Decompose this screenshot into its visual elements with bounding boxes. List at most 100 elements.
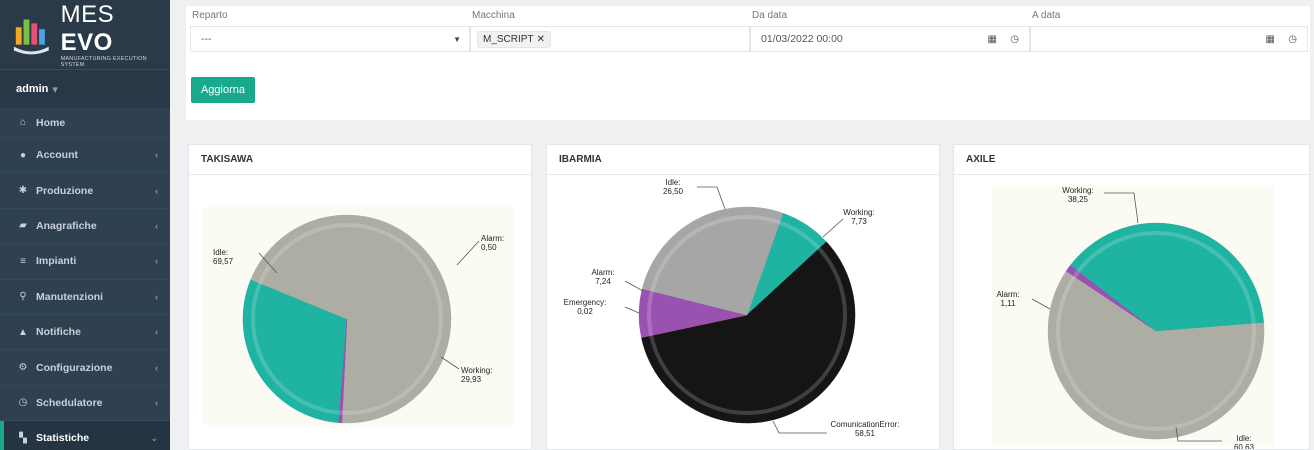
label-connector — [772, 420, 827, 434]
calendar-icon[interactable]: ▦ — [988, 34, 997, 45]
dropdown-arrow-icon: ▼ — [453, 34, 461, 44]
slice-value: 29,93 — [461, 375, 482, 384]
machine-tag[interactable]: M_SCRIPT ✕ — [477, 30, 551, 48]
logo-text: MES — [60, 1, 115, 28]
slice-label: Working: — [461, 366, 492, 375]
sidebar-item-label: Home — [36, 116, 66, 129]
chart-panel-axile: AXILE Working: 38,25 Idle: 60,63 Alarm: 1,11 — [953, 144, 1310, 450]
slice-value: 0,50 — [481, 243, 497, 252]
reparto-select[interactable]: --- ▼ — [190, 26, 470, 52]
chevron-icon: ‹ — [155, 397, 158, 408]
chevron-icon: ‹ — [155, 291, 158, 302]
sidebar-item-configurazione[interactable]: ⚙ Configurazione ‹ — [0, 350, 170, 386]
slice-label: Alarm: — [996, 290, 1019, 299]
chart-title: TAKISAWA — [189, 145, 531, 175]
sidebar-item-label: Impianti — [36, 255, 77, 268]
da-data-label: Da data — [752, 10, 788, 21]
pie-chart-axile: Working:38,25 Idle:60,63 Alarm:1,11 — [992, 185, 1274, 449]
a-data-input[interactable]: ▦ ◷ — [1030, 26, 1308, 52]
sidebar-item-manutenzioni[interactable]: ⚲ Manutenzioni ‹ — [0, 280, 170, 315]
reparto-value: --- — [201, 33, 212, 45]
chevron-down-icon: ▾ — [52, 83, 58, 96]
chart-panel-ibarmia: IBARMIA Idle: 26,50 Working: 7,73 Comunicati… — [546, 144, 940, 450]
filter-panel: Reparto --- ▼ Macchina M_SCRIPT ✕ Da data… — [186, 6, 1310, 120]
sidebar-item-account[interactable]: ● Account ‹ — [0, 138, 170, 174]
chevron-icon: ‹ — [155, 220, 158, 231]
slice-value: 69,57 — [213, 257, 234, 266]
label-connector — [624, 280, 644, 292]
slice-label: Emergency: — [564, 298, 607, 307]
chart-title: IBARMIA — [547, 145, 939, 175]
sidebar-item-label: Manutenzioni — [36, 290, 104, 303]
chevron-icon: ‹ — [155, 327, 158, 338]
slice-value: 60,63 — [1234, 443, 1255, 449]
sidebar-item-label: Configurazione — [36, 361, 113, 374]
sidebar-item-label: Notifiche — [36, 326, 81, 339]
sidebar-item-label: Anagrafiche — [36, 219, 97, 232]
sidebar-item-label: Produzione — [36, 184, 94, 197]
slice-label: Idle: — [1236, 434, 1251, 443]
calendar-icon[interactable]: ▦ — [1266, 34, 1275, 45]
home-icon: ⌂ — [19, 117, 27, 128]
slice-label: Idle: — [213, 248, 228, 257]
search-icon: ⚲ — [19, 291, 27, 303]
gear-icon: ✱ — [18, 185, 28, 197]
sidebar-item-label: Schedulatore — [36, 396, 103, 409]
slice-label: Working: — [1062, 186, 1093, 195]
nav-menu: ⌂ Home ● Account ‹ ✱ Produzione ‹ ▰ Anagrafiche ‹ ≡… — [0, 108, 170, 450]
label-connector — [697, 186, 726, 210]
da-data-input[interactable]: 01/03/2022 00:00 ▦ ◷ — [750, 26, 1030, 52]
refresh-button[interactable]: Aggiorna — [191, 77, 255, 103]
clock-icon: ◷ — [18, 397, 28, 409]
user-icon: ● — [19, 149, 27, 161]
user-menu[interactable]: admin ▾ — [0, 70, 170, 108]
slice-label: Working: — [843, 208, 874, 217]
sidebar: MES EVO MANUFACTURING EXECUTION SYSTEM a… — [0, 0, 170, 450]
sidebar-item-produzione[interactable]: ✱ Produzione ‹ — [0, 173, 170, 209]
sidebar-item-label: Account — [36, 149, 78, 162]
sidebar-item-home[interactable]: ⌂ Home — [0, 108, 170, 138]
list-icon: ≡ — [20, 255, 26, 267]
logo-icon — [13, 19, 49, 54]
cogs-icon: ⚙ — [18, 362, 28, 374]
sidebar-item-impianti[interactable]: ≡ Impianti ‹ — [0, 244, 170, 280]
pie-chart-ibarmia: Idle:26,50 Working:7,73 ComunicationError:… — [564, 178, 900, 438]
chart-title: AXILE — [954, 145, 1309, 175]
pie-chart-takisawa: Idle:69,57 Alarm:0,50 Working:29,93 — [203, 207, 513, 425]
reparto-label: Reparto — [192, 10, 228, 21]
slice-value: 38,25 — [1068, 195, 1089, 204]
book-icon: ▰ — [19, 220, 27, 232]
slice-label: Idle: — [665, 178, 680, 187]
machine-tag-label: M_SCRIPT — [483, 33, 534, 45]
label-connector — [624, 306, 640, 314]
clock-icon[interactable]: ◷ — [1288, 34, 1297, 45]
clock-icon[interactable]: ◷ — [1010, 34, 1019, 45]
user-name: admin — [16, 83, 49, 95]
slice-value: 26,50 — [663, 187, 684, 196]
chevron-icon: ‹ — [155, 256, 158, 267]
chevron-icon: ‹ — [155, 362, 158, 373]
logo-subtitle: MANUFACTURING EXECUTION SYSTEM — [60, 56, 147, 68]
label-connector — [822, 218, 844, 238]
macchina-label: Macchina — [472, 10, 515, 21]
slice-value: 7,73 — [851, 217, 867, 226]
sidebar-item-schedulatore[interactable]: ◷ Schedulatore ‹ — [0, 386, 170, 422]
slice-value: 7,24 — [595, 277, 611, 286]
slice-value: 58,51 — [855, 429, 876, 438]
sidebar-item-anagrafiche[interactable]: ▰ Anagrafiche ‹ — [0, 209, 170, 245]
a-data-label: A data — [1032, 10, 1061, 21]
remove-tag-icon[interactable]: ✕ — [537, 34, 545, 45]
app-logo[interactable]: MES EVO MANUFACTURING EXECUTION SYSTEM — [0, 0, 170, 70]
da-data-value: 01/03/2022 00:00 — [761, 33, 843, 45]
macchina-select[interactable]: M_SCRIPT ✕ — [470, 26, 750, 52]
sidebar-item-statistiche[interactable]: ▚ Statistiche ⌄ — [0, 421, 170, 450]
chart-panel-takisawa: TAKISAWA Idle: 69,57 Alarm: 0,50 Working: 29,… — [188, 144, 532, 450]
sidebar-item-notifiche[interactable]: ▲ Notifiche ‹ — [0, 315, 170, 351]
chevron-icon: ‹ — [155, 150, 158, 161]
slice-label: ComunicationError: — [831, 420, 900, 429]
slice-value: 1,11 — [1001, 299, 1017, 308]
chevron-icon: ‹ — [155, 185, 158, 196]
slice-value: 0,02 — [577, 307, 593, 316]
chevron-icon: ⌄ — [150, 432, 158, 443]
bell-icon: ▲ — [18, 326, 28, 338]
